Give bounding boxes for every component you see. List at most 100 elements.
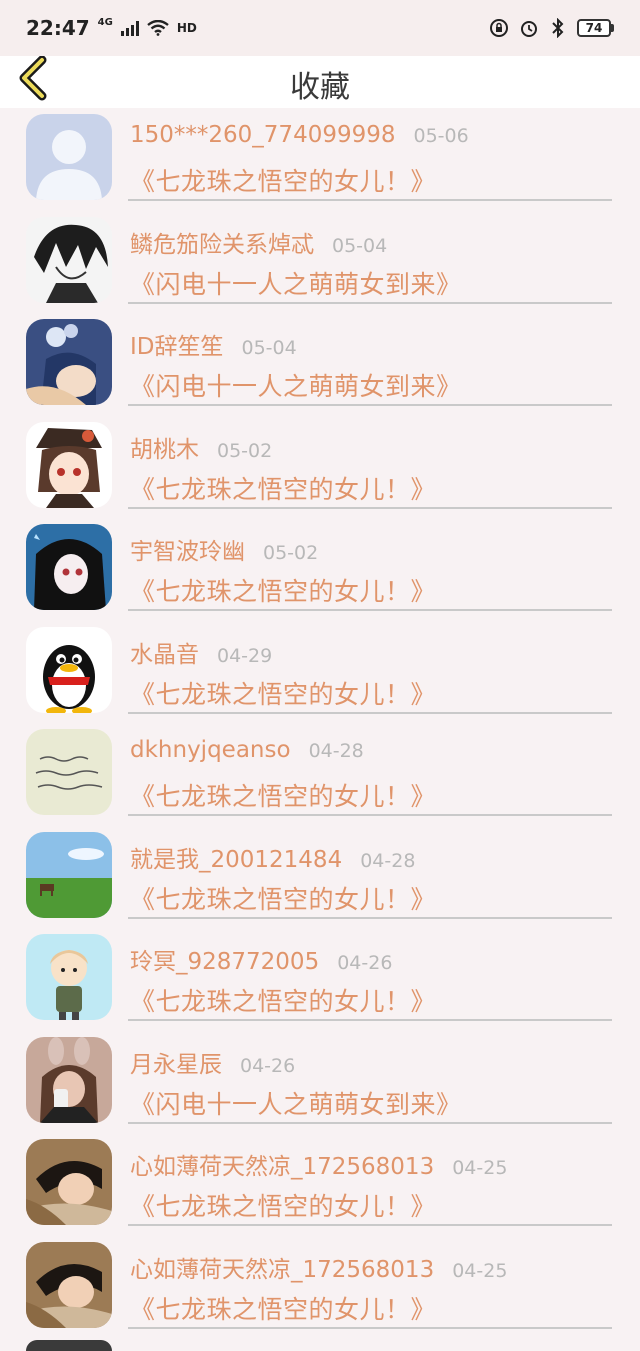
- book-title-link[interactable]: 《七龙珠之悟空的女儿！》: [130, 982, 436, 1018]
- anime-girl-dark-avatar: [26, 524, 112, 610]
- status-time: 22:47: [26, 16, 90, 40]
- item-date: 04-28: [308, 740, 364, 762]
- grassland-avatar: [26, 831, 112, 918]
- username[interactable]: 水晶音: [130, 635, 199, 669]
- book-title-link[interactable]: 《七龙珠之悟空的女儿！》: [130, 777, 436, 813]
- username[interactable]: 心如薄荷天然凉_172568013: [130, 1250, 434, 1284]
- item-date: 04-25: [452, 1259, 508, 1282]
- item-date: 05-06: [413, 125, 469, 147]
- username[interactable]: 150***260_774099998: [130, 122, 396, 148]
- status-bar: 22:47 4G HD 74: [0, 0, 640, 56]
- book-title-link[interactable]: 《七龙珠之悟空的女儿！》: [130, 675, 436, 711]
- default-avatar: [26, 114, 112, 200]
- signal-icon: [120, 20, 139, 36]
- item-header: 心如薄荷天然凉_172568013 04-25: [130, 1250, 620, 1284]
- list-item[interactable]: 鳞危笳险关系焯忒 05-04 《闪电十一人之萌萌女到来》: [0, 211, 640, 314]
- username[interactable]: 鳞危笳险关系焯忒: [130, 225, 314, 259]
- item-header: ID辞笙笙 05-04: [130, 327, 620, 361]
- photo-boy-avatar: [26, 1241, 112, 1328]
- item-header: 150***260_774099998 05-06: [130, 122, 620, 148]
- handwriting-avatar: [26, 729, 112, 815]
- book-title-link[interactable]: 《七龙珠之悟空的女儿！》: [130, 572, 436, 608]
- book-title-link[interactable]: 《闪电十一人之萌萌女到来》: [130, 367, 462, 403]
- avatar[interactable]: [26, 421, 112, 508]
- username[interactable]: 月永星辰: [130, 1045, 222, 1079]
- avatar[interactable]: [26, 319, 112, 405]
- divider: [128, 1019, 612, 1021]
- item-header: 胡桃木 05-02: [130, 430, 620, 464]
- avatar[interactable]: [26, 1036, 112, 1123]
- username[interactable]: ID辞笙笙: [130, 327, 224, 361]
- item-date: 05-04: [241, 337, 297, 359]
- anime-girl-hat-avatar: [26, 421, 112, 508]
- list-item[interactable]: 150***260_774099998 05-06 《七龙珠之悟空的女儿！》: [0, 108, 640, 211]
- list-item[interactable]: 玲冥_928772005 04-26 《七龙珠之悟空的女儿！》: [0, 928, 640, 1031]
- favorites-list: 150***260_774099998 05-06 《七龙珠之悟空的女儿！》 鳞危笳险…: [0, 108, 640, 1338]
- username[interactable]: 玲冥_928772005: [130, 942, 319, 976]
- battery-icon: 74: [577, 19, 614, 37]
- item-header: 就是我_200121484 04-28: [130, 840, 620, 874]
- cartoon-kid-avatar: [26, 934, 112, 1020]
- divider: [128, 814, 612, 816]
- divider: [128, 199, 612, 201]
- anime-boy-avatar: [26, 216, 112, 303]
- book-title-link[interactable]: 《七龙珠之悟空的女儿！》: [130, 1290, 436, 1326]
- book-title-link[interactable]: 《闪电十一人之萌萌女到来》: [130, 265, 462, 301]
- book-title-link[interactable]: 《七龙珠之悟空的女儿！》: [130, 162, 436, 198]
- anime-girl-blue-avatar: [26, 319, 112, 405]
- list-item[interactable]: 心如薄荷天然凉_172568013 04-25 《七龙珠之悟空的女儿！》: [0, 1236, 640, 1339]
- item-header: dkhnyjqeanso 04-28: [130, 737, 620, 763]
- wifi-icon: [147, 20, 169, 36]
- list-item[interactable]: ID辞笙笙 05-04 《闪电十一人之萌萌女到来》: [0, 313, 640, 416]
- username[interactable]: dkhnyjqeanso: [130, 737, 291, 763]
- divider: [128, 609, 612, 611]
- username[interactable]: 心如薄荷天然凉_172568013: [130, 1147, 434, 1181]
- list-item[interactable]: 就是我_200121484 04-28 《七龙珠之悟空的女儿！》: [0, 826, 640, 929]
- item-header: 月永星辰 04-26: [130, 1045, 620, 1079]
- avatar[interactable]: [26, 1139, 112, 1225]
- avatar[interactable]: [26, 626, 112, 713]
- item-date: 04-25: [452, 1157, 508, 1179]
- avatar[interactable]: [26, 1241, 112, 1328]
- item-header: 心如薄荷天然凉_172568013 04-25: [130, 1147, 620, 1181]
- page-title: 收藏: [290, 70, 350, 105]
- item-date: 04-29: [217, 644, 273, 667]
- avatar[interactable]: [26, 831, 112, 918]
- avatar[interactable]: [26, 934, 112, 1020]
- item-header: 水晶音 04-29: [130, 635, 620, 669]
- list-item[interactable]: 宇智波玲幽 05-02 《七龙珠之悟空的女儿！》: [0, 518, 640, 621]
- item-header: 玲冥_928772005 04-26: [130, 942, 620, 976]
- divider: [128, 301, 612, 304]
- divider: [128, 506, 612, 509]
- divider: [128, 1121, 612, 1124]
- book-title-link[interactable]: 《七龙珠之悟空的女儿！》: [130, 470, 436, 506]
- list-item[interactable]: 胡桃木 05-02 《七龙珠之悟空的女儿！》: [0, 416, 640, 519]
- network-type: 4G: [97, 16, 113, 28]
- avatar[interactable]: [26, 729, 112, 815]
- list-item[interactable]: 心如薄荷天然凉_172568013 04-25 《七龙珠之悟空的女儿！》: [0, 1133, 640, 1236]
- divider: [128, 916, 612, 919]
- book-title-link[interactable]: 《闪电十一人之萌萌女到来》: [130, 1085, 462, 1121]
- lock-rotation-icon: [490, 19, 508, 37]
- item-header: 鳞危笳险关系焯忒 05-04: [130, 225, 620, 259]
- penguin-avatar: [26, 626, 112, 713]
- alarm-icon: [521, 21, 537, 37]
- avatar[interactable]: [26, 216, 112, 303]
- username[interactable]: 宇智波玲幽: [130, 532, 245, 566]
- partial-avatar: [26, 1340, 112, 1351]
- list-item[interactable]: 水晶音 04-29 《七龙珠之悟空的女儿！》: [0, 621, 640, 724]
- username[interactable]: 胡桃木: [130, 430, 199, 464]
- nav-bar: 收藏: [0, 55, 640, 108]
- book-title-link[interactable]: 《七龙珠之悟空的女儿！》: [130, 1187, 436, 1223]
- item-date: 05-04: [332, 234, 388, 257]
- list-item[interactable]: dkhnyjqeanso 04-28 《七龙珠之悟空的女儿！》: [0, 723, 640, 826]
- book-title-link[interactable]: 《七龙珠之悟空的女儿！》: [130, 880, 436, 916]
- divider: [128, 1326, 612, 1329]
- avatar[interactable]: [26, 114, 112, 200]
- item-date: 04-28: [360, 849, 416, 872]
- avatar[interactable]: [26, 524, 112, 610]
- list-item[interactable]: 月永星辰 04-26 《闪电十一人之萌萌女到来》: [0, 1031, 640, 1134]
- hd-indicator: HD: [176, 21, 197, 35]
- username[interactable]: 就是我_200121484: [130, 840, 342, 874]
- item-header: 宇智波玲幽 05-02: [130, 532, 620, 566]
